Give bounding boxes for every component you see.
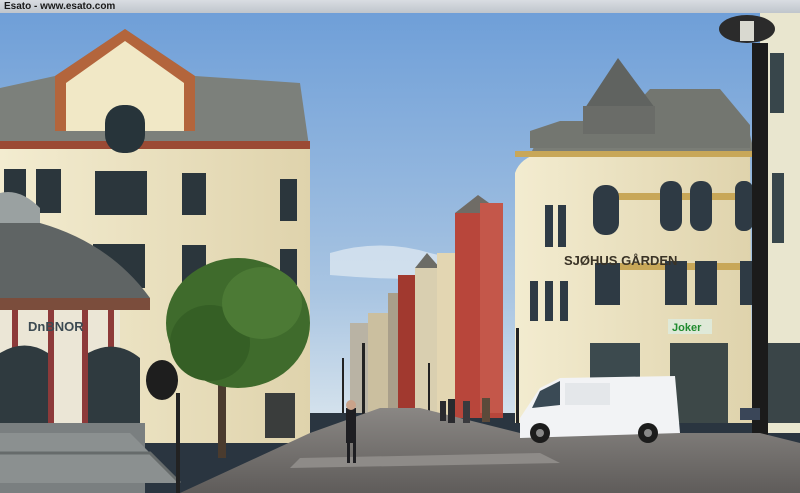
street-photo-svg: DnBNOR SJØHUS GÅRDEN Joker [0, 13, 800, 493]
window-title: Esato - www.esato.com [4, 1, 116, 12]
hotel-sign: SJØHUS GÅRDEN [564, 253, 677, 268]
white-van [520, 376, 680, 443]
window-title-bar: Esato - www.esato.com [0, 0, 800, 14]
street-photo: DnBNOR SJØHUS GÅRDEN Joker [0, 13, 800, 493]
dnbnor-sign: DnBNOR [28, 319, 84, 334]
screenshot-frame: Esato - www.esato.com DnBNOR SJØHUS GÅRD… [0, 0, 800, 493]
joker-sign: Joker [672, 322, 702, 334]
